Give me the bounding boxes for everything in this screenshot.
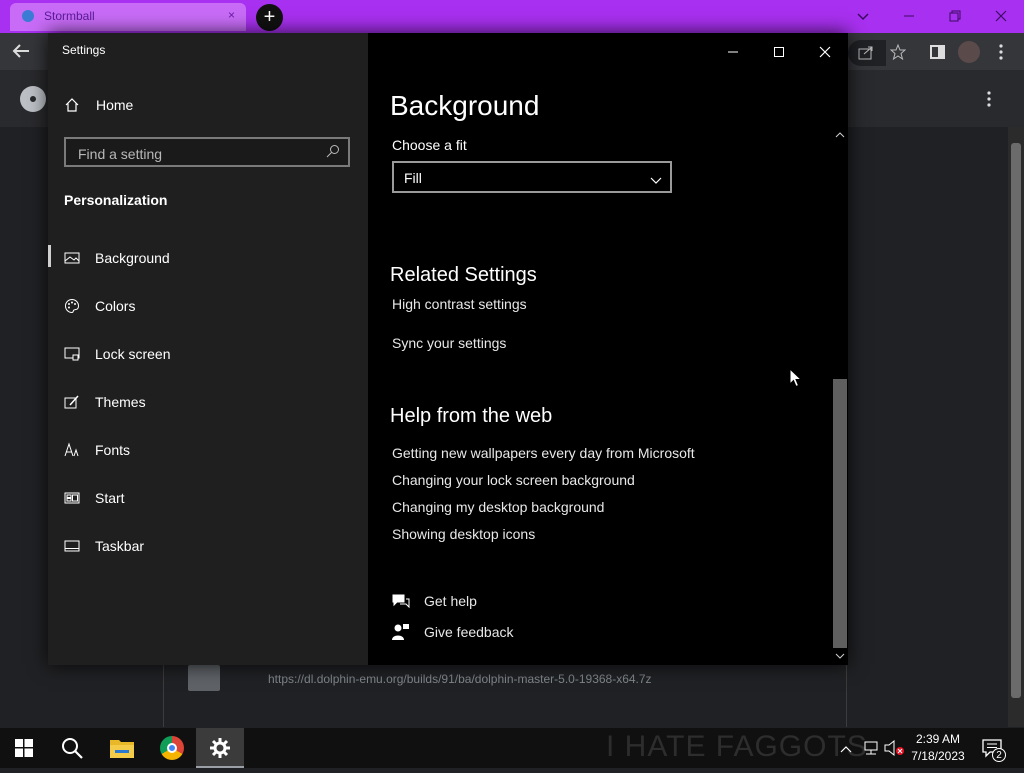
nav-item-background[interactable]: Background [48,234,368,282]
feedback-icon [392,623,410,646]
themes-icon [64,394,80,410]
browser-menu-icon[interactable] [998,43,1004,66]
fit-dropdown[interactable]: Fill [392,161,672,193]
high-contrast-link[interactable]: High contrast settings [392,296,527,312]
app-title: Settings [62,43,106,57]
chevron-up-icon[interactable] [840,742,852,760]
fit-label: Choose a fit [392,137,467,153]
home-label: Home [96,97,134,113]
tab-title: Stormball [44,9,95,23]
nav-label: Colors [95,298,136,314]
lock-screen-icon [64,346,80,362]
file-explorer-icon[interactable] [98,728,146,768]
help-link[interactable]: Getting new wallpapers every day from Mi… [392,445,695,461]
tab-favicon-icon [22,10,34,22]
downloads-menu-icon[interactable] [986,90,992,113]
bookmark-star-icon[interactable] [889,43,907,65]
picture-icon [64,250,80,266]
clock[interactable]: 2:39 AM 7/18/2023 [903,731,973,765]
search-field[interactable] [64,137,350,167]
content-scrollbar-thumb[interactable] [833,379,847,648]
start-icon [64,490,80,506]
taskbar-icon [64,538,80,554]
palette-icon [64,298,80,314]
settings-nav-pane: Settings Home Personalization Background… [48,33,368,665]
scroll-up-icon[interactable] [835,131,845,142]
clock-date: 7/18/2023 [911,749,965,763]
give-feedback-link[interactable]: Give feedback [424,624,514,640]
browser-close-icon[interactable] [978,0,1024,32]
help-heading: Help from the web [390,405,553,427]
home-nav-item[interactable]: Home [64,96,364,116]
nav-label: Lock screen [95,346,171,362]
nav-item-themes[interactable]: Themes [48,378,368,426]
settings-window: Settings Home Personalization Background… [48,33,848,665]
profile-avatar[interactable] [958,41,980,63]
wallpaper-text: I HATE FAGGOTS [606,730,868,763]
browser-restore-icon[interactable] [932,0,978,32]
help-link[interactable]: Showing desktop icons [392,526,535,542]
mouse-cursor-icon [789,367,803,393]
back-arrow-icon[interactable] [12,43,30,64]
fit-value: Fill [404,170,422,186]
tab-close-icon[interactable]: × [228,8,235,22]
maximize-icon[interactable] [756,39,802,67]
nav-item-colors[interactable]: Colors [48,282,368,330]
volume-muted-icon[interactable] [884,739,904,761]
scroll-down-icon[interactable] [835,652,845,663]
side-panel-icon[interactable] [930,45,945,64]
search-taskbar-icon[interactable] [48,728,96,768]
chrome-logo-icon [20,86,46,112]
nav-label: Start [95,490,125,506]
section-title: Personalization [64,192,168,208]
network-icon[interactable] [862,740,880,761]
help-link[interactable]: Changing your lock screen background [392,472,635,488]
minimize-icon[interactable] [710,39,756,67]
get-help-link[interactable]: Get help [424,593,477,609]
page-title: Background [390,90,540,121]
home-icon [64,97,80,116]
nav-label: Taskbar [95,538,145,554]
nav-item-start[interactable]: Start [48,474,368,522]
tab-search-icon[interactable] [840,0,886,32]
notification-count-badge: 2 [992,748,1006,762]
help-link[interactable]: Changing my desktop background [392,499,604,515]
share-icon[interactable] [858,45,874,66]
close-icon[interactable] [802,39,848,67]
chrome-taskbar-icon[interactable] [148,728,196,768]
fonts-icon [64,442,80,458]
page-scrollbar-thumb[interactable] [1011,143,1021,698]
start-button[interactable] [0,728,48,768]
get-help-icon [392,593,410,614]
search-input[interactable] [76,144,320,164]
file-icon [188,665,220,691]
browser-minimize-icon[interactable] [886,0,932,32]
nav-item-lock-screen[interactable]: Lock screen [48,330,368,378]
chevron-down-icon [650,172,662,190]
settings-taskbar-icon[interactable] [196,728,244,768]
clock-time: 2:39 AM [915,732,961,746]
new-tab-button[interactable]: + [256,4,283,31]
nav-label: Themes [95,394,146,410]
related-settings-heading: Related Settings [390,264,537,286]
search-icon[interactable] [326,144,340,158]
nav-label: Fonts [95,442,131,458]
download-item [163,657,847,727]
download-url[interactable]: https://dl.dolphin-emu.org/builds/91/ba/… [268,672,652,686]
nav-label: Background [95,250,170,266]
nav-item-taskbar[interactable]: Taskbar [48,522,368,570]
sync-settings-link[interactable]: Sync your settings [392,335,506,351]
nav-item-fonts[interactable]: Fonts [48,426,368,474]
